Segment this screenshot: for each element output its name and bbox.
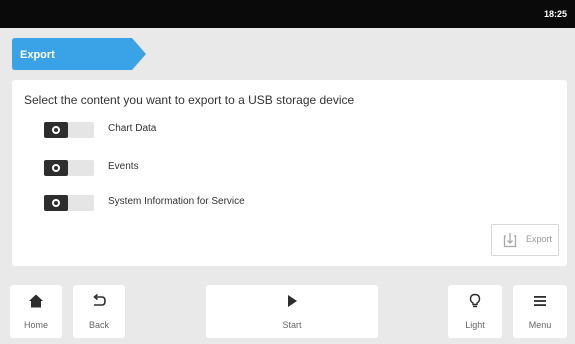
- export-usb-icon: [503, 232, 517, 253]
- toggle-knob: [44, 160, 68, 176]
- start-button[interactable]: Start: [206, 285, 378, 338]
- home-icon: [10, 293, 62, 309]
- export-prompt: Select the content you want to export to…: [24, 93, 355, 107]
- toggle-knob: [44, 122, 68, 138]
- clock: 18:25: [543, 9, 567, 19]
- start-label: Start: [282, 320, 302, 330]
- system-information-toggle[interactable]: [44, 195, 94, 211]
- export-panel: Select the content you want to export to…: [12, 80, 567, 266]
- lightbulb-icon: [448, 293, 502, 309]
- home-label: Home: [23, 320, 48, 330]
- toggle-knob: [44, 195, 68, 211]
- export-button-label: Export: [526, 234, 553, 244]
- option-label: System Information for Service: [108, 196, 245, 207]
- export-button[interactable]: Export: [491, 224, 559, 256]
- status-bar: 18:25: [0, 0, 575, 28]
- menu-label: Menu: [528, 320, 552, 330]
- light-label: Light: [465, 320, 485, 330]
- option-label: Chart Data: [108, 123, 157, 134]
- light-button[interactable]: Light: [448, 285, 502, 338]
- home-button[interactable]: Home: [10, 285, 62, 338]
- option-label: Events: [108, 161, 139, 172]
- breadcrumb-label: Export: [20, 49, 55, 61]
- back-button[interactable]: Back: [73, 285, 125, 338]
- back-arrow-icon: [73, 293, 125, 309]
- chart-data-toggle[interactable]: [44, 122, 94, 138]
- menu-button[interactable]: Menu: [513, 285, 567, 338]
- hamburger-menu-icon: [513, 293, 567, 309]
- events-toggle[interactable]: [44, 160, 94, 176]
- bottom-nav: Home Back Start Light Menu: [0, 272, 575, 344]
- breadcrumb: Export: [12, 38, 146, 70]
- play-icon: [206, 293, 378, 309]
- back-label: Back: [88, 320, 109, 330]
